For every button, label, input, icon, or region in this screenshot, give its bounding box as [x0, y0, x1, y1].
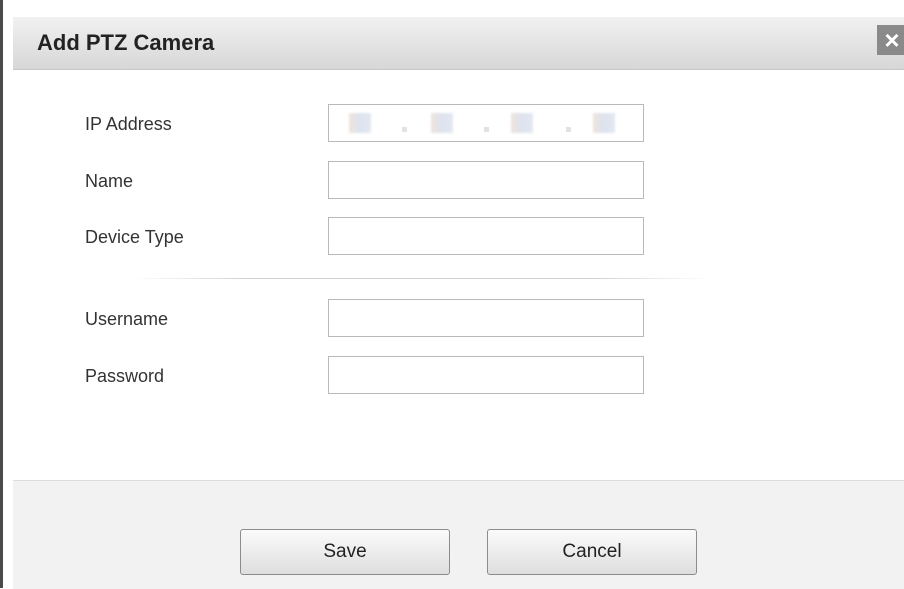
dialog-title: Add PTZ Camera	[37, 30, 215, 55]
close-icon[interactable]: ×	[877, 25, 904, 55]
ip-address-row: IP Address	[13, 104, 904, 144]
device-type-row: Device Type	[13, 217, 904, 257]
ip-address-label: IP Address	[85, 114, 172, 134]
username-input[interactable]	[328, 299, 644, 337]
ip-octet-4-input[interactable]	[577, 110, 623, 138]
dialog-body: IP Address Name Device Type Username Pas…	[13, 70, 904, 480]
ip-address-field	[328, 104, 644, 142]
password-row: Password	[13, 356, 904, 396]
ip-octet-3-input[interactable]	[495, 110, 541, 138]
username-row: Username	[13, 299, 904, 339]
password-input[interactable]	[328, 356, 644, 394]
ip-separator	[484, 127, 489, 132]
add-ptz-camera-dialog: Add PTZ Camera × IP Address Name Device …	[0, 0, 904, 589]
device-type-input[interactable]	[328, 217, 644, 255]
cancel-button[interactable]: Cancel	[487, 529, 697, 575]
password-label: Password	[85, 366, 165, 386]
device-type-label: Device Type	[85, 227, 184, 247]
ip-separator	[402, 127, 407, 132]
form-divider	[131, 278, 711, 279]
ip-octet-2-input[interactable]	[415, 110, 461, 138]
ip-octet-1-input[interactable]	[333, 110, 379, 138]
name-input[interactable]	[328, 161, 644, 199]
dialog-footer: Save Cancel	[13, 480, 904, 589]
username-label: Username	[85, 309, 169, 329]
dialog-title-bar: Add PTZ Camera ×	[13, 17, 904, 70]
name-row: Name	[13, 161, 904, 201]
save-button[interactable]: Save	[240, 529, 450, 575]
name-label: Name	[85, 171, 134, 191]
ip-separator	[566, 127, 571, 132]
